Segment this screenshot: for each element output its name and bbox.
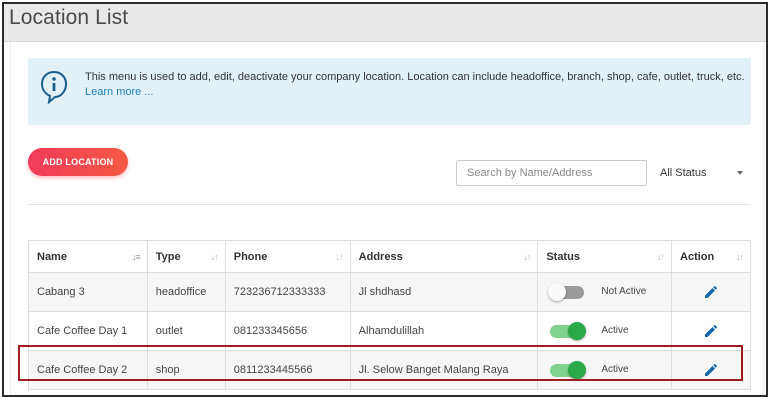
cell-name: Cabang 3	[28, 272, 148, 312]
app-frame: Location List This menu is used to add, …	[2, 2, 768, 397]
cell-phone: 0811233445566	[224, 350, 351, 390]
column-header-phone[interactable]: Phone ↓↑	[224, 240, 351, 273]
table-row: Cafe Coffee Day 1 outlet 081233345656 Al…	[28, 311, 751, 351]
column-header-status[interactable]: Status ↓↑	[537, 240, 673, 273]
cell-address: Jl shdhasd	[349, 272, 539, 312]
status-toggle[interactable]	[550, 322, 587, 340]
cell-phone: 723236712333333	[224, 272, 351, 312]
column-header-action: Action ↓↑	[671, 240, 751, 273]
cell-address: Jl. Selow Banget Malang Raya	[349, 350, 539, 390]
status-toggle[interactable]	[548, 283, 585, 301]
status-label: Active	[601, 325, 629, 336]
info-icon	[40, 70, 68, 104]
cell-status: Not Active	[537, 272, 673, 312]
cell-type: outlet	[146, 311, 226, 351]
title-bar: Location List	[4, 4, 766, 42]
cell-action	[671, 350, 751, 390]
info-banner: This menu is used to add, edit, deactiva…	[28, 58, 751, 125]
pencil-icon[interactable]	[703, 284, 719, 300]
content-card: This menu is used to add, edit, deactiva…	[10, 42, 764, 395]
status-filter-select[interactable]: All Status	[660, 160, 746, 186]
pencil-icon[interactable]	[703, 323, 719, 339]
add-location-button[interactable]: ADD LOCATION	[28, 148, 128, 176]
sort-icon[interactable]: ↓↑	[336, 252, 344, 262]
cell-phone: 081233345656	[224, 311, 351, 351]
learn-more-link[interactable]: Learn more ...	[85, 85, 153, 100]
status-label: Active	[601, 364, 629, 375]
column-header-address[interactable]: Address ↓↑	[349, 240, 539, 273]
table-row: Cabang 3 headoffice 723236712333333 Jl s…	[28, 272, 751, 312]
cell-status: Active	[537, 311, 673, 351]
pencil-icon[interactable]	[703, 362, 719, 378]
status-filter-value: All Status	[660, 167, 707, 179]
sort-icon[interactable]: ↓↑	[523, 252, 531, 262]
table-header-row: Name ↓≡ Type ↓↑ Phone ↓↑ Address ↓↑ Status ↓↑…	[28, 240, 751, 273]
cell-address: Alhamdulillah	[349, 311, 539, 351]
cell-action	[671, 311, 751, 351]
cell-action	[671, 272, 751, 312]
cell-type: headoffice	[146, 272, 226, 312]
cell-type: shop	[146, 350, 226, 390]
sort-icon[interactable]: ↓↑	[736, 252, 744, 262]
toggle-knob	[568, 361, 587, 379]
status-label: Not Active	[601, 286, 647, 297]
column-header-name[interactable]: Name ↓≡	[28, 240, 148, 273]
table-row: Cafe Coffee Day 2 shop 0811233445566 Jl.…	[28, 350, 751, 390]
cell-name: Cafe Coffee Day 2	[28, 350, 148, 390]
sort-icon[interactable]: ↓≡	[132, 252, 141, 262]
page-title: Location List	[9, 6, 129, 29]
cell-name: Cafe Coffee Day 1	[28, 311, 148, 351]
sort-icon[interactable]: ↓↑	[211, 252, 219, 262]
status-toggle[interactable]	[550, 361, 587, 379]
sort-icon[interactable]: ↓↑	[657, 252, 665, 262]
cell-status: Active	[537, 350, 673, 390]
search-input[interactable]	[456, 160, 647, 186]
divider	[28, 204, 751, 205]
column-header-type[interactable]: Type ↓↑	[146, 240, 226, 273]
info-text: This menu is used to add, edit, deactiva…	[85, 71, 745, 83]
toggle-knob	[568, 322, 587, 340]
location-table: Name ↓≡ Type ↓↑ Phone ↓↑ Address ↓↑ Status ↓↑…	[28, 240, 751, 390]
toggle-knob	[548, 283, 567, 301]
chevron-down-icon	[737, 171, 743, 175]
